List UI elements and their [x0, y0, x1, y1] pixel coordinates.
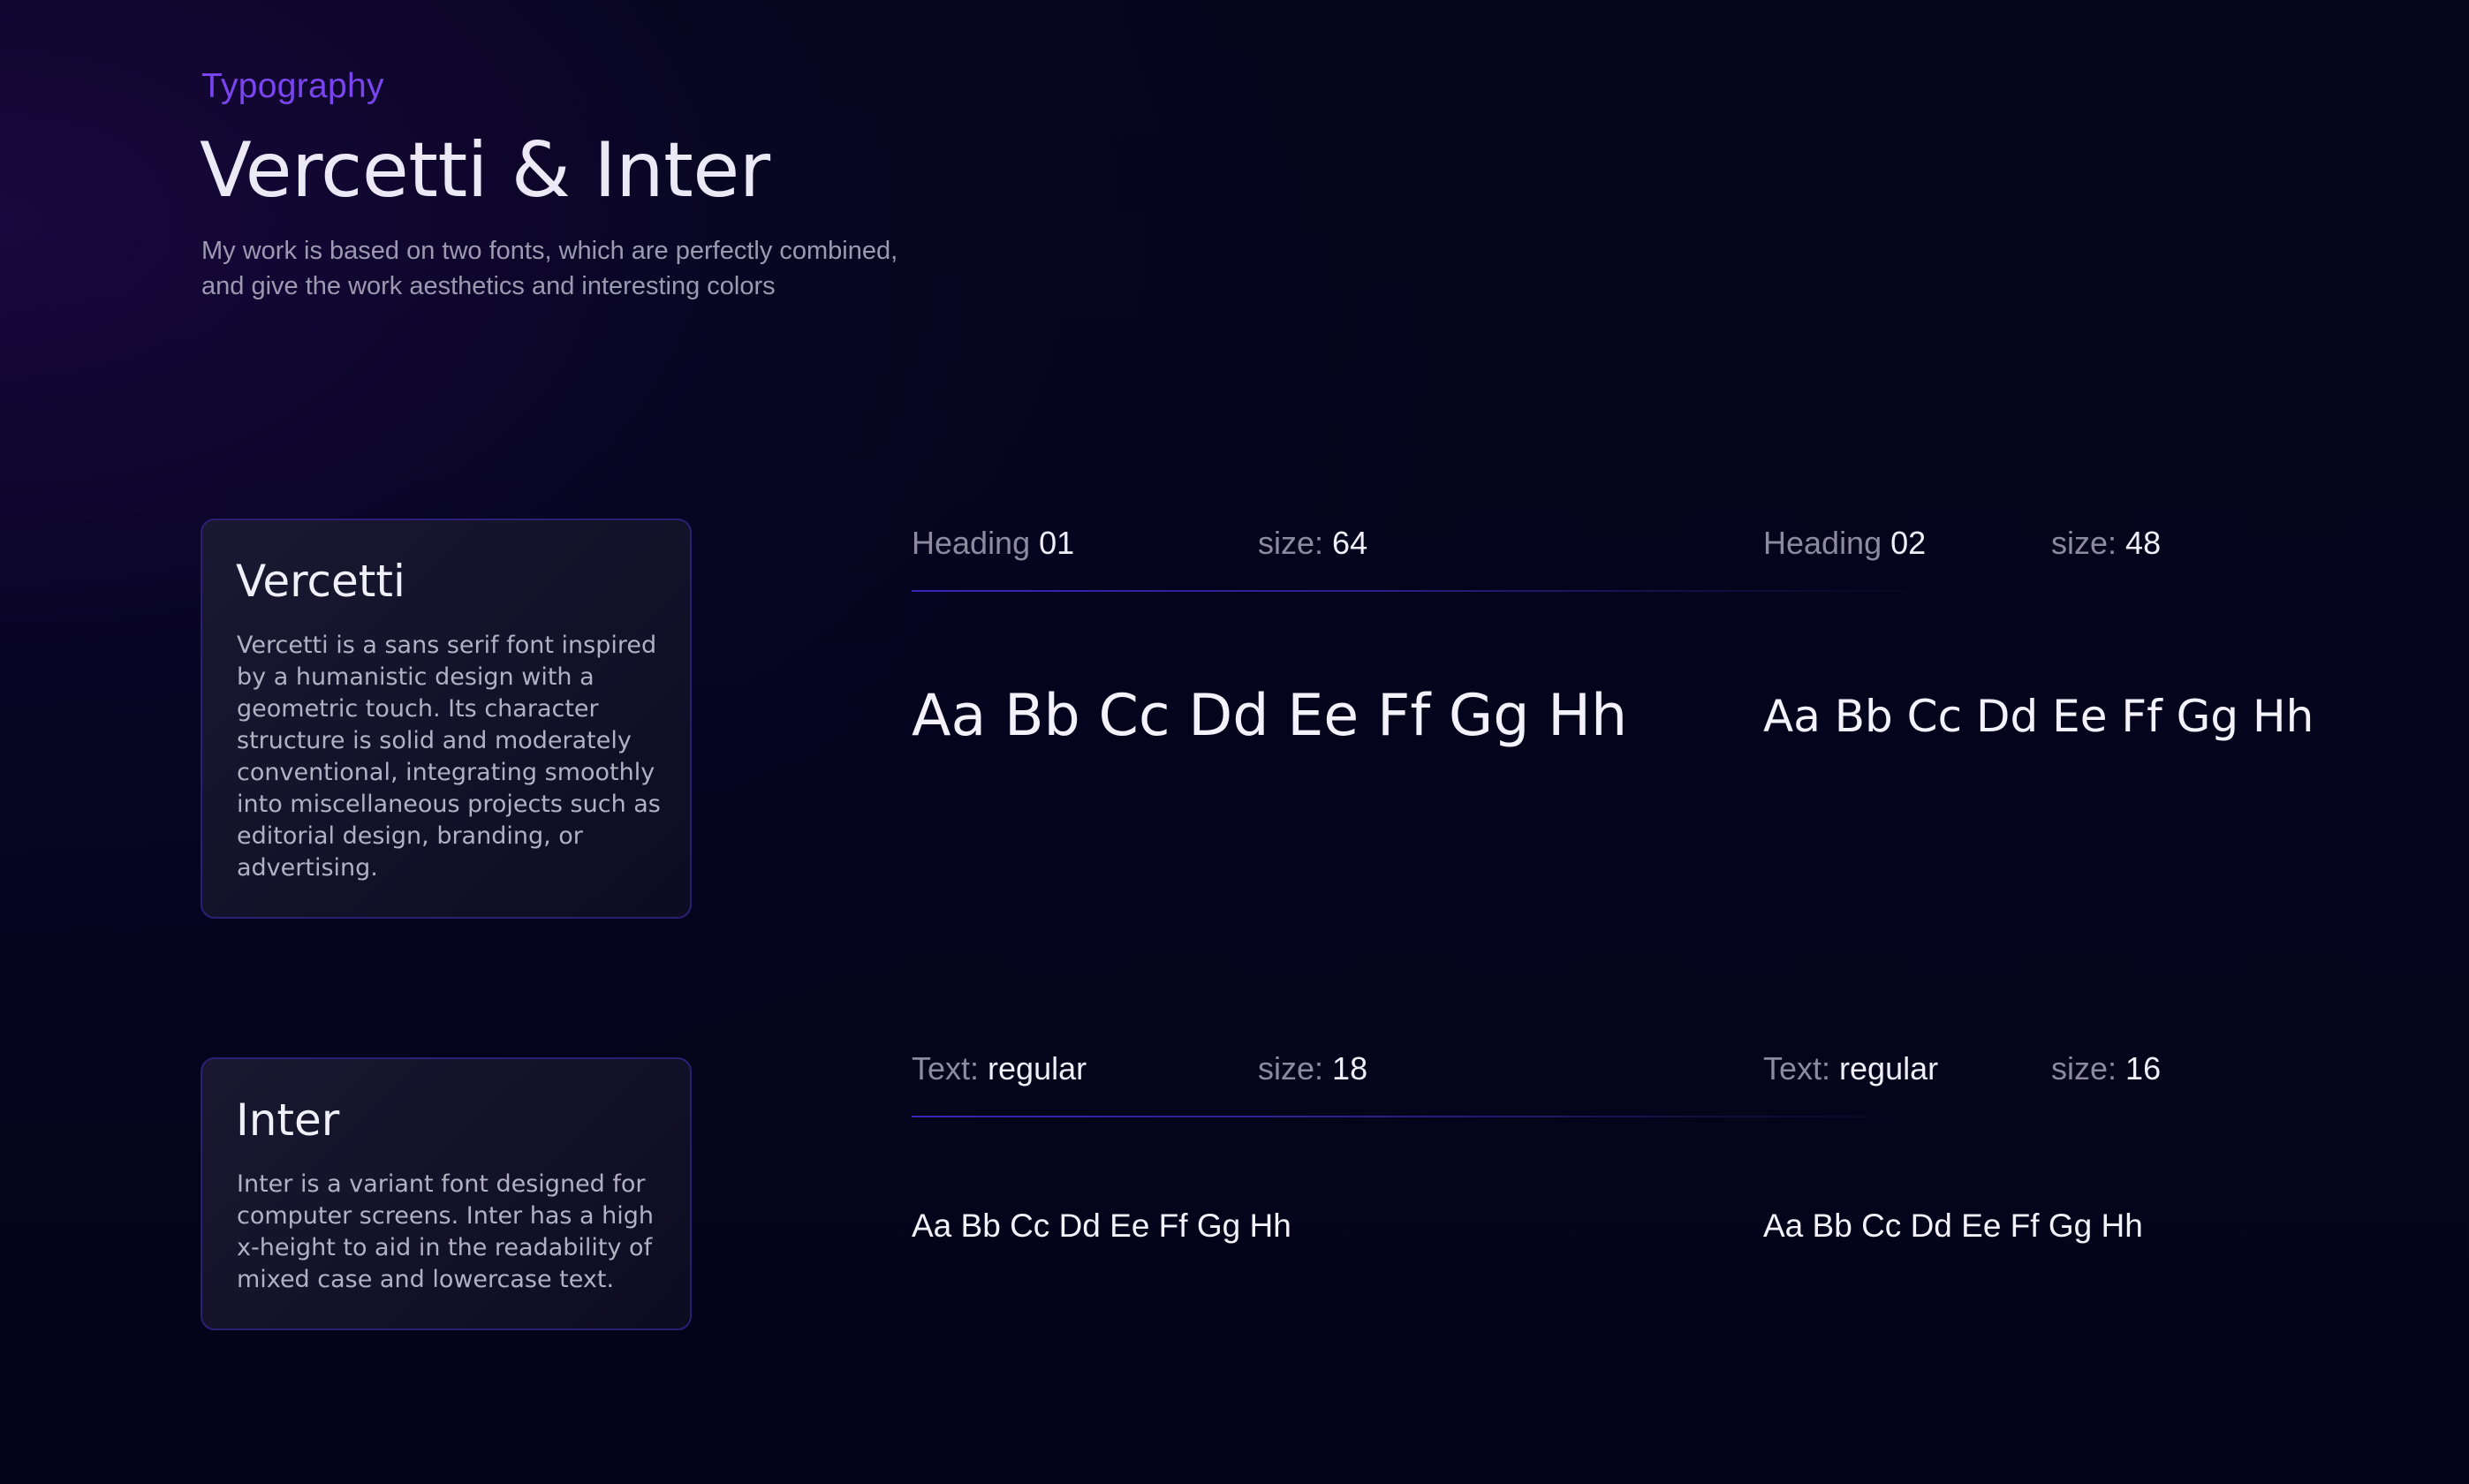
section-eyebrow: Typography [201, 67, 384, 105]
specimen-sample-heading-02: Aa Bb Cc Dd Ee Ff Gg Hh [1763, 691, 2314, 742]
specimen-sample-text-16: Aa Bb Cc Dd Ee Ff Gg Hh [1763, 1208, 2143, 1244]
description-line: computer screens. Inter has a high [237, 1202, 655, 1230]
specimen-label-text-16: Text: regular [1763, 1053, 1938, 1085]
font-card-title: Vercetti [236, 556, 405, 607]
subtitle-line: My work is based on two fonts, which are… [201, 237, 898, 265]
specimen-label-key: Heading [1763, 525, 1882, 561]
font-card-title: Inter [236, 1094, 340, 1146]
specimen-label-text-18: Text: regular [912, 1053, 1087, 1085]
specimen-label-key: Heading [912, 525, 1031, 561]
specimen-size-value: 64 [1332, 525, 1368, 561]
specimen-label-key: Text: [912, 1050, 980, 1086]
description-line: structure is solid and moderately [237, 727, 632, 754]
description-line: geometric touch. Its character [237, 695, 599, 723]
subtitle-line: and give the work aesthetics and interes… [201, 272, 776, 300]
page-title: Vercetti & Inter [200, 126, 770, 215]
description-line: mixed case and lowercase text. [237, 1266, 615, 1293]
divider [912, 590, 1954, 592]
specimen-label-value: regular [1839, 1050, 1939, 1086]
divider [912, 1116, 1954, 1117]
specimen-sample-heading-01: Aa Bb Cc Dd Ee Ff Gg Hh [912, 683, 1628, 749]
specimen-size-heading-02: size: 48 [2051, 527, 2161, 559]
specimen-size-heading-01: size: 64 [1258, 527, 1367, 559]
font-card-description: Vercetti is a sans serif font inspired b… [237, 630, 670, 884]
font-card-description: Inter is a variant font designed for com… [237, 1169, 670, 1296]
description-line: x-height to aid in the readability of [237, 1234, 653, 1261]
specimen-size-key: size: [1258, 525, 1324, 561]
description-line: editorial design, branding, or [237, 822, 583, 850]
specimen-label-heading-02: Heading 02 [1763, 527, 1926, 559]
specimen-size-key: size: [2051, 1050, 2117, 1086]
description-line: Inter is a variant font designed for [237, 1170, 646, 1198]
specimen-size-key: size: [1258, 1050, 1324, 1086]
specimen-size-text-18: size: 18 [1258, 1053, 1367, 1085]
specimen-label-value: 02 [1890, 525, 1927, 561]
font-card-inter: Inter Inter is a variant font designed f… [201, 1057, 692, 1330]
specimen-label-heading-01: Heading 01 [912, 527, 1074, 559]
specimen-size-value: 18 [1332, 1050, 1368, 1086]
specimen-sample-text-18: Aa Bb Cc Dd Ee Ff Gg Hh [912, 1208, 1291, 1244]
specimen-size-value: 16 [2125, 1050, 2162, 1086]
specimen-label-value: 01 [1039, 525, 1075, 561]
description-line: conventional, integrating smoothly [237, 759, 655, 786]
specimen-size-key: size: [2051, 525, 2117, 561]
description-line: by a humanistic design with a [237, 663, 595, 691]
font-card-vercetti: Vercetti Vercetti is a sans serif font i… [201, 519, 692, 919]
description-line: Vercetti is a sans serif font inspired [237, 632, 657, 659]
specimen-size-value: 48 [2125, 525, 2162, 561]
specimen-size-text-16: size: 16 [2051, 1053, 2161, 1085]
description-line: advertising. [237, 854, 378, 882]
specimen-label-value: regular [988, 1050, 1087, 1086]
specimen-label-key: Text: [1763, 1050, 1831, 1086]
description-line: into miscellaneous projects such as [237, 791, 661, 818]
page-subtitle: My work is based on two fonts, which are… [201, 233, 897, 304]
